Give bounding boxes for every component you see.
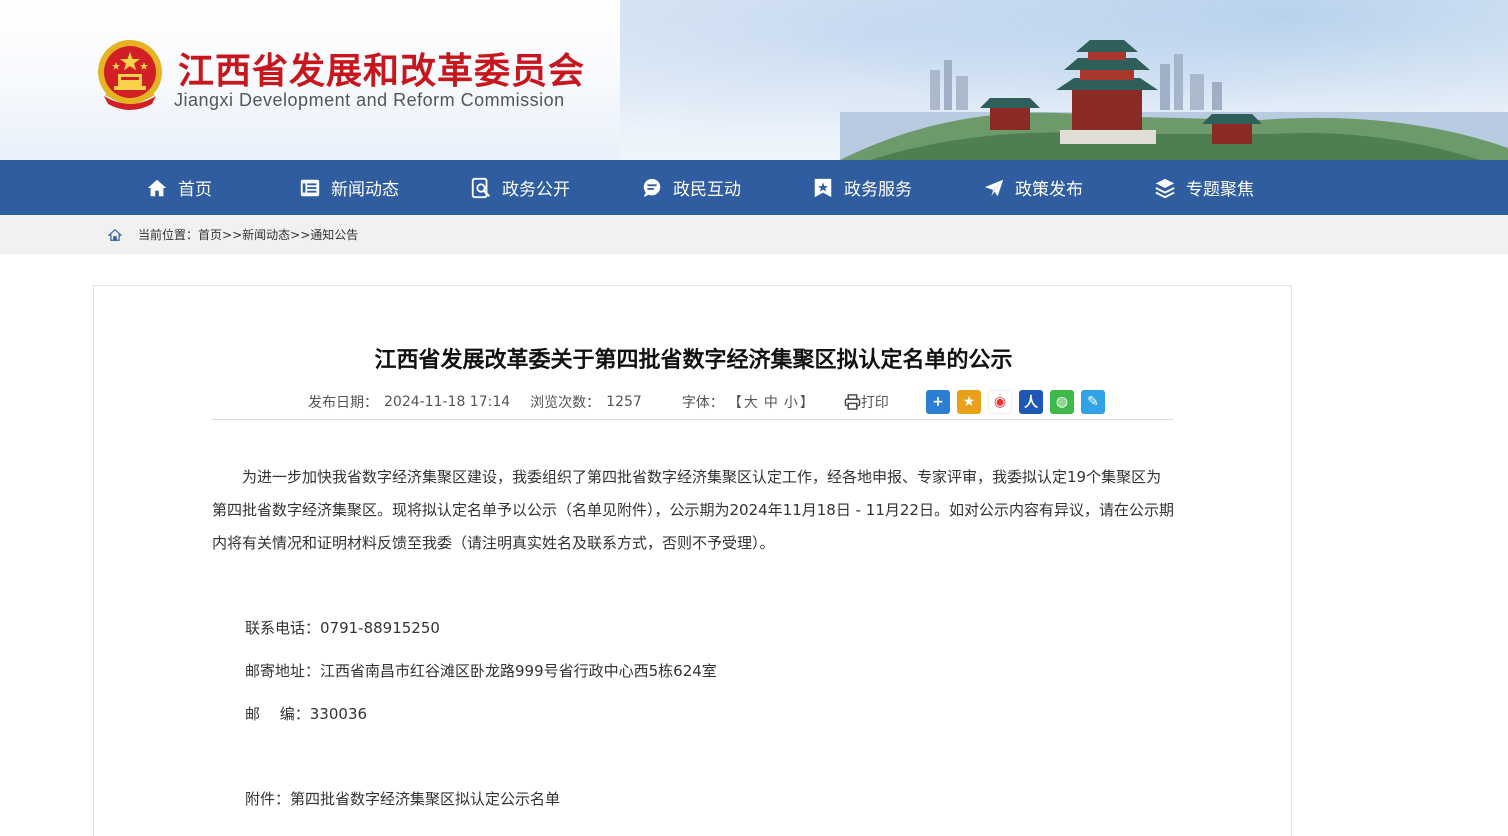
font-size-small-button[interactable]: 小 xyxy=(784,392,798,412)
site-title: 江西省发展和改革委员会 xyxy=(178,51,586,92)
breadcrumb-bar: 当前位置： 首页 >> 新闻动态 >> 通知公告 xyxy=(0,215,1508,254)
views-count: 1257 xyxy=(606,394,642,410)
publish-date: 2024-11-18 17:14 xyxy=(384,394,511,410)
nav-item-topics[interactable]: 专题聚焦 xyxy=(1154,160,1254,215)
nav-item-news[interactable]: 新闻动态 xyxy=(299,160,399,215)
nav-item-government-affairs[interactable]: 政务公开 xyxy=(470,160,570,215)
print-button[interactable]: 打印 xyxy=(844,392,889,412)
nav-item-policy[interactable]: 政策发布 xyxy=(983,160,1083,215)
layers-icon xyxy=(1155,178,1175,198)
people-icon[interactable]: 人 xyxy=(1019,390,1043,414)
font-size-bracket-close: 】 xyxy=(799,395,814,411)
main-navigation: 首页 新闻动态 政务公开 政民互动 政务服务 政策发布 专题聚焦 xyxy=(0,160,1508,215)
nav-item-services[interactable]: 政务服务 xyxy=(812,160,912,215)
nav-item-interaction[interactable]: 政民互动 xyxy=(641,160,741,215)
meta-divider xyxy=(212,419,1174,420)
font-size-medium-button[interactable]: 中 xyxy=(764,392,778,412)
plus-share-icon[interactable]: + xyxy=(926,390,950,414)
printer-icon xyxy=(844,394,861,410)
attachment: 附件：第四批省数字经济集聚区拟认定公示名单 xyxy=(245,788,560,809)
weibo-icon[interactable]: ◉ xyxy=(988,390,1012,414)
qzone-icon[interactable]: ★ xyxy=(957,390,981,414)
font-size-large-button[interactable]: 大 xyxy=(744,392,758,412)
contact-postcode: 邮 编：330036 xyxy=(245,705,368,723)
edit-share-icon[interactable]: ✎ xyxy=(1081,390,1105,414)
breadcrumb-link-home[interactable]: 首页 xyxy=(198,226,222,243)
wechat-icon[interactable]: ◍ xyxy=(1050,390,1074,414)
nav-item-label: 专题聚焦 xyxy=(1186,180,1254,200)
font-size-label: 字体： xyxy=(681,395,724,411)
nav-item-label: 新闻动态 xyxy=(331,180,399,200)
contact-address: 邮寄地址：江西省南昌市红谷滩区卧龙路999号省行政中心西5栋624室 xyxy=(245,662,717,680)
attachment-label: 附件： xyxy=(245,790,291,808)
site-header: 江西省发展和改革委员会 Jiangxi Development and Refo… xyxy=(0,0,1508,160)
breadcrumb-link-news[interactable]: 新闻动态 xyxy=(242,226,290,243)
star-badge-icon xyxy=(814,178,832,197)
nav-item-label: 政策发布 xyxy=(1015,180,1083,200)
nav-item-label: 政务公开 xyxy=(502,180,570,200)
views-label: 浏览次数： xyxy=(530,395,601,411)
nav-item-label: 政务服务 xyxy=(844,180,912,200)
home-icon xyxy=(147,179,167,196)
breadcrumb-link-notices[interactable]: 通知公告 xyxy=(310,226,358,243)
article-title: 江西省发展改革委关于第四批省数字经济集聚区拟认定名单的公示 xyxy=(374,348,1013,373)
chat-icon xyxy=(643,178,661,197)
news-icon xyxy=(300,179,320,196)
site-subtitle-english: Jiangxi Development and Reform Commissio… xyxy=(174,90,565,110)
print-label: 打印 xyxy=(860,395,889,411)
breadcrumb-separator: >> xyxy=(222,227,243,242)
breadcrumb-separator: >> xyxy=(290,227,311,242)
national-emblem-icon xyxy=(98,40,162,110)
breadcrumb-prefix: 当前位置： xyxy=(138,228,199,242)
nav-item-label: 政民互动 xyxy=(673,180,741,200)
article-body: 为进一步加快我省数字经济集聚区建设，我委组织了第四批省数字经济集聚区认定工作，经… xyxy=(212,461,1174,560)
attachment-link[interactable]: 第四批省数字经济集聚区拟认定公示名单 xyxy=(290,790,560,808)
article-meta: 发布日期： 2024-11-18 17:14 浏览次数： 1257 字体： 【 … xyxy=(308,390,889,414)
contact-phone: 联系电话：0791-88915250 xyxy=(245,619,440,637)
nav-item-label: 首页 xyxy=(178,180,212,200)
share-bar: + ★ ◉ 人 ◍ ✎ xyxy=(926,390,1112,414)
publish-date-label: 发布日期： xyxy=(308,395,378,411)
article-paragraph: 为进一步加快我省数字经济集聚区建设，我委组织了第四批省数字经济集聚区认定工作，经… xyxy=(212,468,1174,552)
article-container: 江西省发展改革委关于第四批省数字经济集聚区拟认定名单的公示 发布日期： 2024… xyxy=(93,285,1292,836)
paper-plane-icon xyxy=(984,179,1004,196)
search-doc-icon xyxy=(471,177,491,198)
nav-item-home[interactable]: 首页 xyxy=(146,160,212,215)
tengwang-pavilion-skyline-image xyxy=(840,40,1508,160)
breadcrumb-home-icon xyxy=(108,228,122,241)
font-size-bracket-open: 【 xyxy=(727,395,742,411)
breadcrumb: 当前位置： 首页 >> 新闻动态 >> 通知公告 xyxy=(108,215,358,254)
